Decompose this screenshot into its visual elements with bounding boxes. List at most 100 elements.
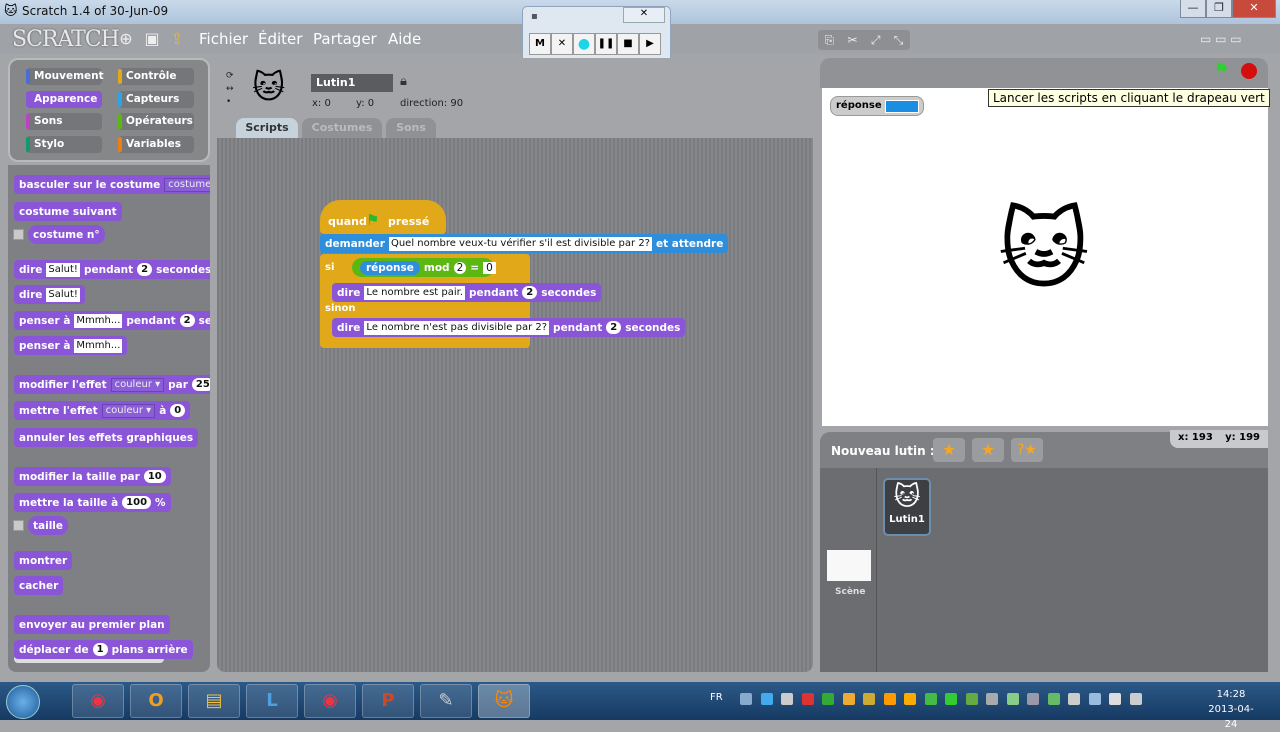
pause-button[interactable]: ❚❚ [595, 33, 617, 55]
menu-fichier[interactable]: Fichier [199, 30, 248, 48]
tray-icon[interactable] [1129, 693, 1142, 705]
tray-icon[interactable] [863, 693, 875, 705]
divisor-input[interactable]: 2 [453, 261, 467, 274]
category-mouvement[interactable]: Mouvement [26, 68, 104, 85]
globe-icon[interactable]: ⊕ [117, 30, 135, 48]
open-sprite-button[interactable]: ★ [972, 438, 1004, 462]
palette-block[interactable]: modifier l'effet couleur ▾ par 25 [14, 375, 210, 394]
tray-icon[interactable] [1047, 693, 1060, 705]
cancel-button[interactable]: ✕ [551, 33, 573, 55]
number-input[interactable]: 2 [606, 321, 622, 334]
minimize-button[interactable]: — [1180, 0, 1206, 18]
app-taskbar-button[interactable]: ✎ [420, 684, 472, 718]
recorder-close-button[interactable]: ✕ [623, 7, 665, 23]
tray-icon[interactable] [965, 693, 978, 705]
tray-icon[interactable] [904, 693, 916, 705]
category-contrôle[interactable]: Contrôle [118, 68, 194, 85]
palette-block[interactable]: mettre l'effet couleur ▾ à 0 [14, 401, 191, 420]
number-input[interactable]: 2 [522, 286, 538, 299]
category-sons[interactable]: Sons [26, 113, 102, 130]
record-button[interactable]: ● [573, 33, 595, 55]
tray-icon[interactable] [1027, 693, 1039, 705]
palette-block[interactable]: dire Salut! pendant 2 secondes [14, 260, 210, 279]
text-input[interactable]: Le nombre n'est pas divisible par 2? [364, 320, 550, 335]
answer-monitor[interactable]: réponse [830, 96, 924, 116]
tray-icon[interactable] [1109, 693, 1121, 705]
palette-block[interactable]: envoyer au premier plan [14, 615, 170, 634]
clock[interactable]: 14:28 2013-04-24 [1207, 687, 1255, 732]
scratch-taskbar-button[interactable]: 🐱 [478, 684, 530, 718]
grow-icon[interactable]: ⤢ [871, 33, 881, 48]
number-input[interactable]: 25 [191, 378, 210, 391]
tray-icon[interactable] [760, 693, 773, 705]
equals-operator[interactable]: réponse mod 2 = 0 [352, 258, 496, 277]
palette-block[interactable]: cacher [14, 576, 64, 595]
sprite-tile-lutin1[interactable]: 🐱 Lutin1 [883, 478, 931, 536]
tray-icon[interactable] [1088, 693, 1101, 705]
palette-block[interactable]: dire Salut! [14, 285, 85, 304]
menu-aide[interactable]: Aide [388, 30, 421, 48]
text-input[interactable]: Salut! [46, 262, 80, 277]
tray-icon[interactable] [945, 693, 957, 705]
palette-block[interactable]: déplacer de 1 plans arrière [14, 640, 193, 659]
cut-icon[interactable]: ✂ [848, 33, 858, 47]
chrome-taskbar-button[interactable]: ◉ [72, 684, 124, 718]
stage-thumbnail[interactable] [827, 550, 871, 581]
number-input[interactable]: 1 [92, 643, 108, 656]
tray-icon[interactable] [822, 693, 834, 705]
tab-sons[interactable]: Sons [386, 118, 436, 138]
close-button[interactable]: ✕ [1232, 0, 1276, 18]
tray-icon[interactable] [1006, 693, 1019, 705]
shrink-icon[interactable]: ⤡ [894, 33, 904, 48]
value-input[interactable]: 0 [483, 261, 496, 274]
number-input[interactable]: 2 [179, 314, 195, 327]
tray-icon[interactable] [842, 693, 855, 705]
number-input[interactable]: 2 [137, 263, 153, 276]
palette-block[interactable]: montrer [14, 551, 73, 570]
share-icon[interactable]: ⇪ [168, 30, 186, 48]
say-block[interactable]: dire Le nombre est pair. pendant 2 secondes [332, 283, 602, 302]
palette-block[interactable]: annuler les effets graphiques [14, 428, 199, 447]
rotation-style-buttons[interactable]: ⟳ ↔ • [226, 70, 238, 110]
tray-icon[interactable] [986, 693, 998, 705]
say-block[interactable]: dire Le nombre n'est pas divisible par 2?… [332, 318, 686, 337]
random-sprite-button[interactable]: ?★ [1011, 438, 1043, 462]
tray-icon[interactable] [740, 693, 752, 705]
sprite-name-input[interactable]: Lutin1 [311, 74, 393, 92]
category-opérateurs[interactable]: Opérateurs [118, 113, 194, 130]
text-input[interactable]: Le nombre est pair. [364, 285, 466, 300]
explorer-taskbar-button[interactable]: ▤ [188, 684, 240, 718]
palette-block[interactable]: basculer sur le costumecostume2 ▾ [14, 175, 210, 194]
palette-block[interactable]: mettre la taille à 100% [14, 493, 171, 512]
mute-button[interactable]: M [529, 33, 551, 55]
stop-button[interactable]: ■ [617, 33, 639, 55]
palette-block[interactable]: penser à Mmmh... [14, 336, 128, 355]
copy-icon[interactable]: ⎘ [825, 33, 835, 48]
menu-editer[interactable]: Éditer [258, 30, 302, 48]
green-flag-button[interactable]: ⚑ [1214, 60, 1229, 80]
answer-reporter[interactable]: réponse [360, 260, 420, 275]
cat-sprite[interactable]: 🐱 [998, 198, 1090, 301]
maximize-button[interactable]: ❐ [1206, 0, 1232, 18]
tray-icon[interactable] [781, 693, 793, 705]
dropdown[interactable]: couleur ▾ [101, 403, 156, 418]
checkbox[interactable] [13, 229, 24, 240]
tab-scripts[interactable]: Scripts [236, 118, 298, 138]
palette-block[interactable]: penser àMmmh...pendant2seco [14, 311, 210, 330]
stage[interactable]: réponse 🐱 [822, 88, 1268, 426]
category-stylo[interactable]: Stylo [26, 135, 102, 153]
dropdown[interactable]: couleur ▾ [110, 377, 165, 392]
tray-icon[interactable] [924, 693, 937, 705]
menu-partager[interactable]: Partager [313, 30, 377, 48]
lync-taskbar-button[interactable]: L [246, 684, 298, 718]
text-input[interactable]: Mmmh... [74, 338, 123, 353]
play-button[interactable]: ▶ [639, 33, 661, 55]
category-variables[interactable]: Variables [118, 135, 194, 153]
tray-icon[interactable] [883, 693, 896, 705]
tray-icon[interactable] [1068, 693, 1080, 705]
stop-button[interactable] [1241, 63, 1257, 79]
ask-block[interactable]: demander Quel nombre veux-tu vérifier s'i… [320, 234, 729, 253]
outlook-taskbar-button[interactable]: O [130, 684, 182, 718]
number-input[interactable]: 10 [143, 470, 166, 483]
hat-block[interactable]: quand ⚑ pressé [320, 200, 446, 234]
